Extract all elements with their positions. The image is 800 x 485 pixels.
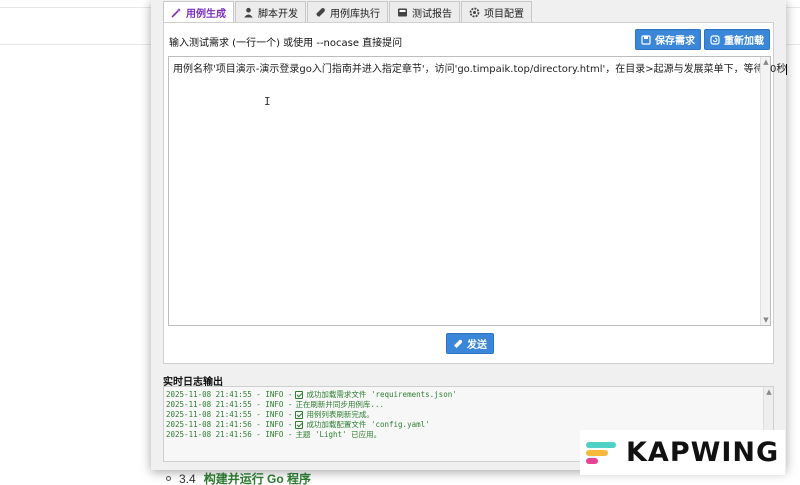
send-button-label: 发送 — [467, 340, 487, 351]
log-prefix: 2025-11-08 21:41:55 - INFO - — [166, 400, 293, 409]
reload-button[interactable]: 重新加载 — [704, 29, 770, 50]
scroll-up-icon[interactable]: ▲ — [764, 387, 773, 397]
requirement-textarea[interactable]: 用例名称'项目演示-演示登录go入门指南并进入指定章节'，访问'go.timpa… — [168, 56, 788, 326]
tab-case-library-run[interactable]: 用例库执行 — [307, 1, 388, 22]
tab-case-generation[interactable]: 用例生成 — [163, 1, 234, 22]
ibeam-cursor-icon: I — [264, 95, 271, 108]
toc-item[interactable]: 3.4 构建并运行 Go 程序 — [166, 470, 311, 485]
log-line: 2025-11-08 21:41:55 - INFO - 成功加载需求文件 're… — [166, 390, 457, 400]
log-prefix: 2025-11-08 21:41:56 - INFO - — [166, 420, 293, 429]
tab-label: 项目配置 — [484, 8, 524, 20]
log-line: 2025-11-08 21:41:55 - INFO - 用例列表刷新完成。 — [166, 410, 457, 420]
send-button[interactable]: 发送 — [446, 333, 494, 354]
tab-script-dev[interactable]: 脚本开发 — [235, 1, 306, 22]
tab-bar: 用例生成 脚本开发 用例库执行 测试报告 项目配置 — [163, 1, 533, 22]
log-line: 2025-11-08 21:41:55 - INFO - 正在刷新并同步用例库..… — [166, 400, 457, 410]
tab-project-config[interactable]: 项目配置 — [461, 1, 532, 22]
report-icon — [397, 7, 408, 18]
kapwing-logo-icon — [586, 438, 618, 468]
save-requirement-button[interactable]: 保存需求 — [635, 29, 701, 50]
kapwing-watermark: KAPWING — [580, 430, 785, 475]
toc-link[interactable]: 构建并运行 Go 程序 — [204, 470, 311, 485]
toc-number: 3.4 — [179, 471, 196, 485]
rocket-icon — [454, 339, 463, 348]
log-message: 主题 'Light' 已应用。 — [295, 430, 382, 439]
checkmark-icon — [295, 411, 304, 419]
save-button-label: 保存需求 — [655, 36, 695, 47]
log-line: 2025-11-08 21:41:56 - INFO - 成功加载配置文件 'co… — [166, 420, 457, 430]
log-prefix: 2025-11-08 21:41:55 - INFO - — [166, 390, 293, 399]
log-message: 成功加载配置文件 'config.yaml' — [306, 420, 430, 429]
tab-label: 脚本开发 — [258, 8, 298, 20]
user-icon — [243, 7, 254, 18]
tab-label: 用例生成 — [186, 8, 226, 20]
bullet-icon — [166, 476, 171, 481]
log-line: 2025-11-08 21:41:56 - INFO - 主题 'Light' 已… — [166, 430, 457, 440]
save-icon — [641, 34, 651, 45]
tab-test-report[interactable]: 测试报告 — [389, 1, 460, 22]
log-message: 正在刷新并同步用例库... — [295, 400, 384, 409]
log-prefix: 2025-11-08 21:41:56 - INFO - — [166, 430, 293, 439]
scroll-up-icon[interactable]: ▲ — [761, 57, 771, 67]
tab-label: 用例库执行 — [330, 8, 380, 20]
watermark-text: KAPWING — [626, 437, 780, 468]
rocket-icon — [315, 7, 326, 18]
magic-wand-icon — [171, 7, 182, 18]
app-window: 用例生成 脚本开发 用例库执行 测试报告 项目配置 输入测试需求 (一行一个) … — [151, 0, 788, 470]
log-message: 成功加载需求文件 'requirements.json' — [306, 390, 457, 399]
log-prefix: 2025-11-08 21:41:55 - INFO - — [166, 410, 293, 419]
editor-scrollbar[interactable]: ▲ ▼ — [760, 57, 770, 325]
tab-label: 测试报告 — [412, 8, 452, 20]
reload-icon — [710, 34, 720, 45]
gear-icon — [469, 7, 480, 18]
checkmark-icon — [295, 391, 304, 399]
requirement-label: 输入测试需求 (一行一个) 或使用 --nocase 直接提问 — [169, 38, 403, 49]
reload-button-label: 重新加载 — [724, 36, 764, 47]
case-generation-panel: 输入测试需求 (一行一个) 或使用 --nocase 直接提问 保存需求 重新加… — [163, 22, 788, 364]
log-message: 用例列表刷新完成。 — [306, 410, 374, 419]
log-lines: 2025-11-08 21:41:55 - INFO - 成功加载需求文件 're… — [166, 390, 457, 440]
scroll-down-icon[interactable]: ▼ — [761, 315, 771, 325]
requirement-text: 用例名称'项目演示-演示登录go入门指南并进入指定章节'，访问'go.timpa… — [173, 64, 787, 75]
text-caret — [786, 63, 788, 75]
checkmark-icon — [295, 421, 304, 429]
